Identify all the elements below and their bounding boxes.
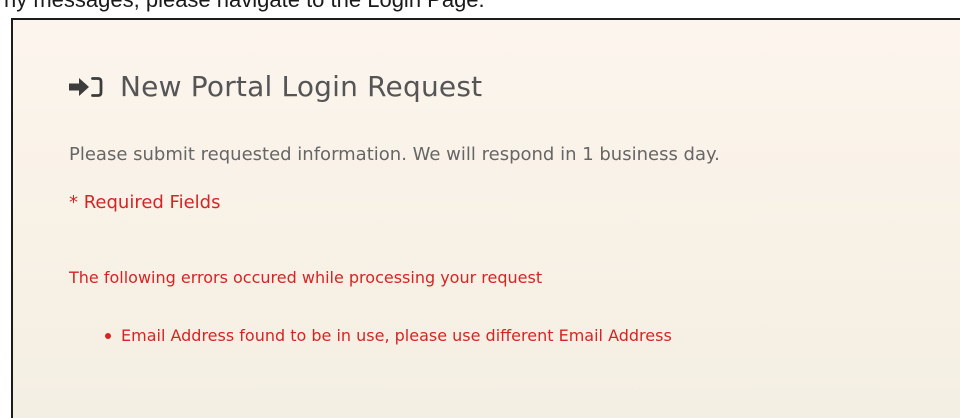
sign-in-icon bbox=[68, 75, 104, 99]
page-title: New Portal Login Request bbox=[120, 70, 483, 103]
cropped-text-line: ny messages, please navigate to the Logi… bbox=[4, 0, 485, 13]
error-heading: The following errors occured while proce… bbox=[69, 268, 543, 287]
error-list-item: Email Address found to be in use, please… bbox=[105, 326, 672, 345]
login-request-panel: New Portal Login Request Please submit r… bbox=[11, 18, 960, 418]
top-cropped-text: ny messages, please navigate to the Logi… bbox=[0, 0, 960, 18]
intro-text: Please submit requested information. We … bbox=[69, 144, 720, 165]
error-list: Email Address found to be in use, please… bbox=[105, 326, 672, 345]
page-title-row: New Portal Login Request bbox=[68, 70, 482, 103]
required-fields-note: * Required Fields bbox=[69, 192, 221, 213]
error-message: Email Address found to be in use, please… bbox=[121, 326, 672, 345]
bullet-icon bbox=[105, 332, 111, 339]
